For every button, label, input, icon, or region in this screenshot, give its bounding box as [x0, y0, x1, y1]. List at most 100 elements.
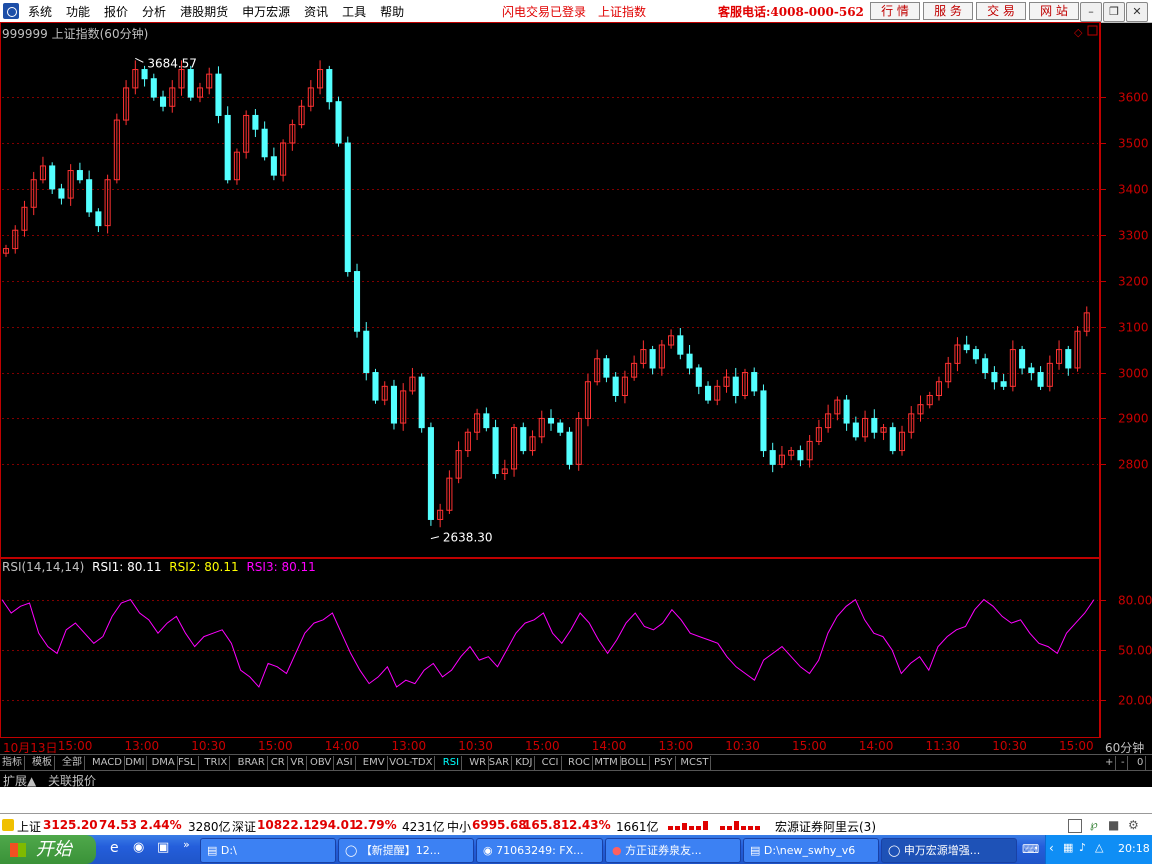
indicator-tab[interactable]: BRAR: [236, 756, 268, 770]
indicator-tab[interactable]: WR: [467, 756, 490, 770]
zoom-control[interactable]: +: [1103, 756, 1117, 770]
indicator-tab[interactable]: FSL: [176, 756, 199, 770]
indicator-tab[interactable]: CR: [269, 756, 288, 770]
indicator-tab[interactable]: KDJ: [513, 756, 536, 770]
task-fangzheng[interactable]: ● 方正证券泉友...: [605, 838, 741, 863]
sh-price: 3125.20: [43, 818, 98, 832]
indicator-tab[interactable]: DMA: [150, 756, 178, 770]
network-icon[interactable]: ▦: [1063, 841, 1073, 854]
settings-icon[interactable]: ⚙: [1128, 818, 1139, 832]
shield-icon[interactable]: △: [1095, 841, 1103, 854]
menu-function[interactable]: 功能: [66, 3, 90, 20]
rsi3-value: RSI3: 80.11: [246, 560, 316, 574]
menu-help[interactable]: 帮助: [380, 3, 404, 20]
price-axis-label: 2900: [1118, 412, 1149, 426]
indicator-tab[interactable]: EMV: [361, 756, 388, 770]
time-tick-label: 15:00: [1059, 739, 1094, 753]
candle-body: [520, 427, 527, 452]
keyboard-icon[interactable]: ⌨: [1022, 842, 1039, 856]
indicator-tab[interactable]: MACD: [90, 756, 125, 770]
task-swhy-app[interactable]: ◯ 申万宏源增强...: [881, 838, 1017, 863]
time-tick-label: 15:00: [57, 739, 93, 753]
indicator-tab[interactable]: 模板: [30, 756, 55, 770]
website-button[interactable]: 网 站: [1029, 2, 1079, 20]
server-name[interactable]: 宏源证券阿里云(3): [775, 818, 876, 835]
indicator-tab[interactable]: MCST: [678, 756, 712, 770]
diamond-icon: ◇: [1074, 26, 1083, 39]
minimize-icon[interactable]: –: [1080, 2, 1102, 22]
window-toggle-icon[interactable]: [1068, 819, 1082, 833]
service-button[interactable]: 服 务: [923, 2, 973, 20]
candle-body: [686, 353, 693, 369]
task-qq-chat[interactable]: ◉ 71063249: FX...: [476, 838, 603, 863]
menu-tools[interactable]: 工具: [342, 3, 366, 20]
indicator-tab[interactable]: ROC: [566, 756, 593, 770]
task-folder-swhy[interactable]: ▤ D:\new_swhy_v6: [743, 838, 879, 863]
market-breadth-bars: [668, 821, 760, 830]
candle-body: [353, 271, 361, 332]
indicator-tab[interactable]: BOLL: [619, 756, 650, 770]
windows-logo-icon: [10, 843, 26, 857]
price-axis-label: 3500: [1118, 137, 1149, 151]
chart-area[interactable]: 3600 3500 3400 3300 3200 3100 3000 2900 2800 3684…: [0, 22, 1152, 738]
start-button[interactable]: 开始: [0, 835, 96, 864]
indicator-tab[interactable]: SAR: [487, 756, 513, 770]
candle-body: [141, 69, 148, 80]
ie-icon[interactable]: e: [110, 840, 119, 856]
candlestick-chart[interactable]: 3600 3500 3400 3300 3200 3100 3000 2900 2800 3684…: [0, 22, 1152, 738]
menu-analysis[interactable]: 分析: [142, 3, 166, 20]
zx-pct: 2.43%: [569, 818, 611, 832]
quicklaunch-more-icon[interactable]: »: [183, 838, 190, 851]
lock-icon[interactable]: ■: [1108, 818, 1119, 832]
indicator-tab[interactable]: 指标: [0, 756, 25, 770]
indicator-tab[interactable]: ASI: [334, 756, 356, 770]
candle-body: [76, 170, 83, 181]
menu-quote[interactable]: 报价: [104, 3, 128, 20]
candle-body: [603, 358, 610, 378]
rsi-axis-label: 80.00: [1118, 594, 1152, 608]
indicator-tab[interactable]: MTM: [592, 756, 621, 770]
menu-news[interactable]: 资讯: [304, 3, 328, 20]
start-label: 开始: [35, 839, 72, 860]
alert-icon[interactable]: [2, 819, 14, 831]
volume-icon[interactable]: ♪: [1079, 841, 1086, 854]
sh-pct: 2.44%: [140, 818, 182, 832]
candle-body: [732, 376, 739, 396]
extension-tabs: 扩展▲ 关联报价: [0, 770, 1152, 788]
restore-icon[interactable]: ❐: [1103, 2, 1125, 22]
main-menu: 系统 功能 报价 分析 港股期货 申万宏源 资讯 工具 帮助: [28, 3, 418, 20]
task-label: 申万宏源增强...: [903, 844, 981, 857]
task-label: D:\new_swhy_v6: [763, 844, 856, 857]
zoom-control[interactable]: 0: [1135, 756, 1147, 770]
menu-hk-futures[interactable]: 港股期货: [180, 3, 228, 20]
hotline-text: 客服电话:4008-000-562: [718, 5, 864, 19]
indicator-tab[interactable]: VR: [288, 756, 308, 770]
time-tick-label: 14:00: [858, 739, 894, 753]
indicator-tab[interactable]: OBV: [308, 756, 335, 770]
indicator-tab[interactable]: VOL-TDX: [387, 756, 436, 770]
indicator-tab[interactable]: RSI: [441, 756, 463, 770]
candle-body: [215, 73, 222, 116]
indicator-tab[interactable]: CCI: [540, 756, 562, 770]
rsi-panel-frame: [0, 558, 1100, 738]
trade-button[interactable]: 交 易: [976, 2, 1026, 20]
close-icon[interactable]: ✕: [1126, 2, 1148, 22]
time-tick-label: 10:30: [992, 739, 1027, 753]
desktop-icon[interactable]: ▣: [157, 840, 169, 855]
time-tick-label: 11:30: [925, 739, 961, 753]
browser-icon[interactable]: ◉: [133, 840, 144, 855]
time-tick-label: 15:00: [792, 739, 827, 753]
time-tick-label: 15:00: [258, 739, 293, 753]
indicator-tab[interactable]: DMI: [123, 756, 148, 770]
task-reminder[interactable]: ◯ 【新提醒】12...: [338, 838, 474, 863]
indicator-tab[interactable]: TRIX: [202, 756, 231, 770]
task-folder-d[interactable]: ▤ D:\: [200, 838, 336, 863]
menu-system[interactable]: 系统: [28, 3, 52, 20]
indicator-tab[interactable]: 全部: [60, 756, 85, 770]
tray-expand-icon[interactable]: ‹: [1049, 841, 1054, 855]
quote-button[interactable]: 行 情: [870, 2, 920, 20]
candle-body: [372, 372, 379, 401]
zoom-control[interactable]: -: [1119, 756, 1128, 770]
indicator-tab[interactable]: PSY: [652, 756, 676, 770]
menu-swhy[interactable]: 申万宏源: [242, 3, 290, 20]
